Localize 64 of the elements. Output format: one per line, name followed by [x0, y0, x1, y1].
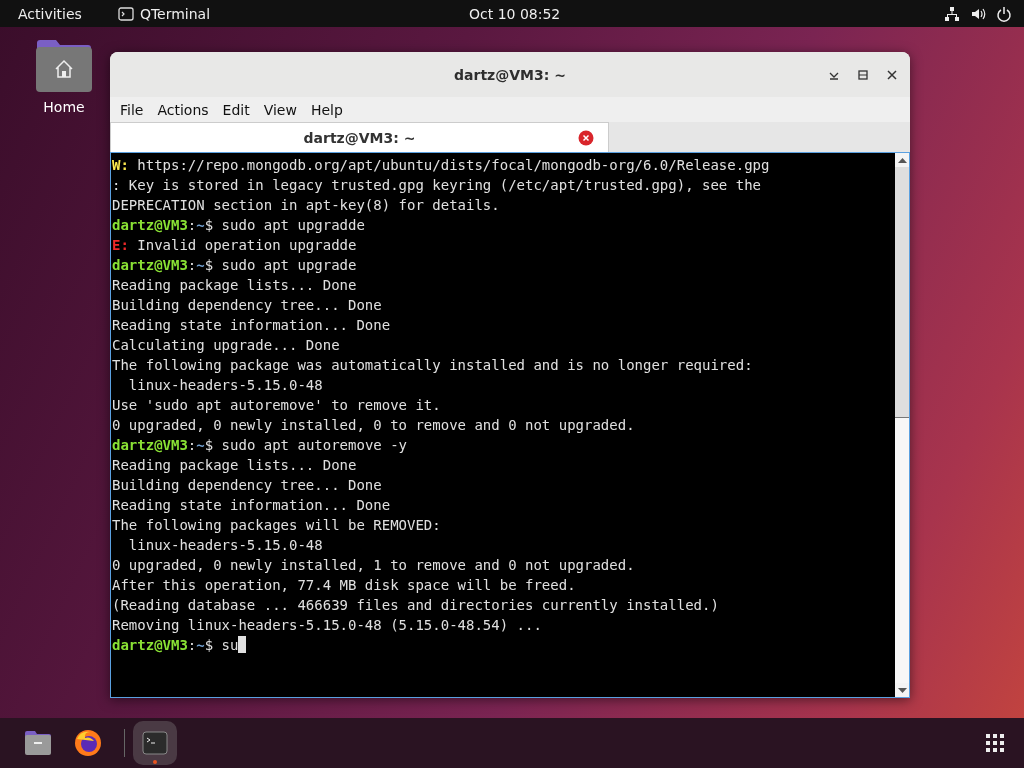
output-line: : Key is stored in legacy trusted.gpg keyring (/etc/apt/trusted.gpg), see the [112, 177, 761, 193]
browser-icon[interactable] [74, 729, 102, 757]
clock[interactable]: Oct 10 08:52 [469, 5, 561, 22]
terminal-tab[interactable]: dartz@VM3: ~ [110, 122, 609, 152]
prompt-user: dartz@VM3 [112, 257, 188, 273]
menu-item[interactable]: File [120, 101, 144, 118]
prompt-path: ~ [196, 217, 205, 233]
output-line: Calculating upgrade... Done [112, 337, 340, 353]
terminal-dock-button[interactable] [133, 721, 177, 765]
menu-item[interactable]: Help [310, 101, 343, 118]
scrollbar[interactable] [895, 153, 909, 697]
scrollbar-thumb[interactable] [895, 167, 909, 418]
prompt-separator: : [187, 437, 197, 453]
output-line: (Reading database ... 466639 files and directories currently installed.) [112, 597, 719, 613]
output-line: linux-headers-5.15.0-48 [127, 537, 323, 553]
output-line: https://repo.mongodb.org/apt/ubuntu/dists/focal/mongodb-org/6.0/Release.gpg [136, 157, 770, 173]
menu-item[interactable]: Actions [157, 101, 209, 118]
output-line: Reading package lists... Done [112, 277, 357, 293]
output-line: Reading package lists... Done [112, 457, 357, 473]
output-line: Reading state information... Done [112, 317, 391, 333]
app-grid-icon[interactable] [986, 734, 1004, 752]
network-icon[interactable] [944, 5, 960, 22]
prompt-path: ~ [196, 437, 205, 453]
terminal-icon [142, 731, 168, 755]
activities-button[interactable]: Activities [18, 5, 82, 22]
output-line: 0 upgraded, 0 newly installed, 0 to remove and 0 not upgraded. [112, 417, 635, 433]
command-text: $ su [204, 637, 239, 653]
prompt-separator: : [187, 637, 197, 653]
output-line: 0 upgraded, 0 newly installed, 1 to remove and 0 not upgraded. [112, 557, 635, 573]
close-icon[interactable] [886, 68, 898, 81]
command-text: $ sudo apt upgrade [204, 257, 357, 273]
prompt-separator: : [187, 217, 197, 233]
output-line: Building dependency tree... Done [112, 297, 382, 313]
error-tag: E: [112, 237, 129, 253]
close-tab-icon[interactable] [578, 129, 594, 146]
command-text: $ sudo apt autoremove -y [204, 437, 408, 453]
folder-icon[interactable] [24, 730, 52, 756]
prompt-user: dartz@VM3 [112, 637, 188, 653]
output-line: linux-headers-5.15.0-48 [127, 377, 323, 393]
window-title: dartz@VM3: ~ [454, 66, 566, 83]
output-line: The following package was automatically installed and is no longer required: [112, 357, 753, 373]
output-line: DEPRECATION section in apt-key(8) for details. [112, 197, 500, 213]
output-line: Removing linux-headers-5.15.0-48 (5.15.0-48.54) ... [112, 617, 542, 633]
output-line: Building dependency tree... Done [112, 477, 382, 493]
prompt-separator: : [187, 257, 197, 273]
warning-tag: W: [112, 157, 129, 173]
menu-item[interactable]: Edit [222, 101, 250, 118]
home-folder-icon[interactable] [35, 39, 93, 93]
output-line: Invalid operation upgradde [136, 237, 357, 253]
command-text: $ sudo apt upgradde [204, 217, 365, 233]
output-line: Use 'sudo apt autoremove' to remove it. [112, 397, 441, 413]
prompt-path: ~ [196, 637, 205, 653]
power-icon[interactable] [996, 5, 1012, 22]
prompt-user: dartz@VM3 [112, 217, 188, 233]
output-line: Reading state information... Done [112, 497, 391, 513]
desktop-icon-label[interactable]: Home [43, 99, 85, 115]
output-line: The following packages will be REMOVED: [112, 517, 441, 533]
maximize-icon[interactable] [857, 68, 869, 81]
terminal-icon [117, 6, 134, 21]
prompt-path: ~ [196, 257, 205, 273]
app-menu[interactable]: QTerminal [139, 5, 211, 22]
prompt-user: dartz@VM3 [112, 437, 188, 453]
menu-item[interactable]: View [263, 101, 297, 118]
output-line: After this operation, 77.4 MB disk space will be freed. [112, 577, 576, 593]
